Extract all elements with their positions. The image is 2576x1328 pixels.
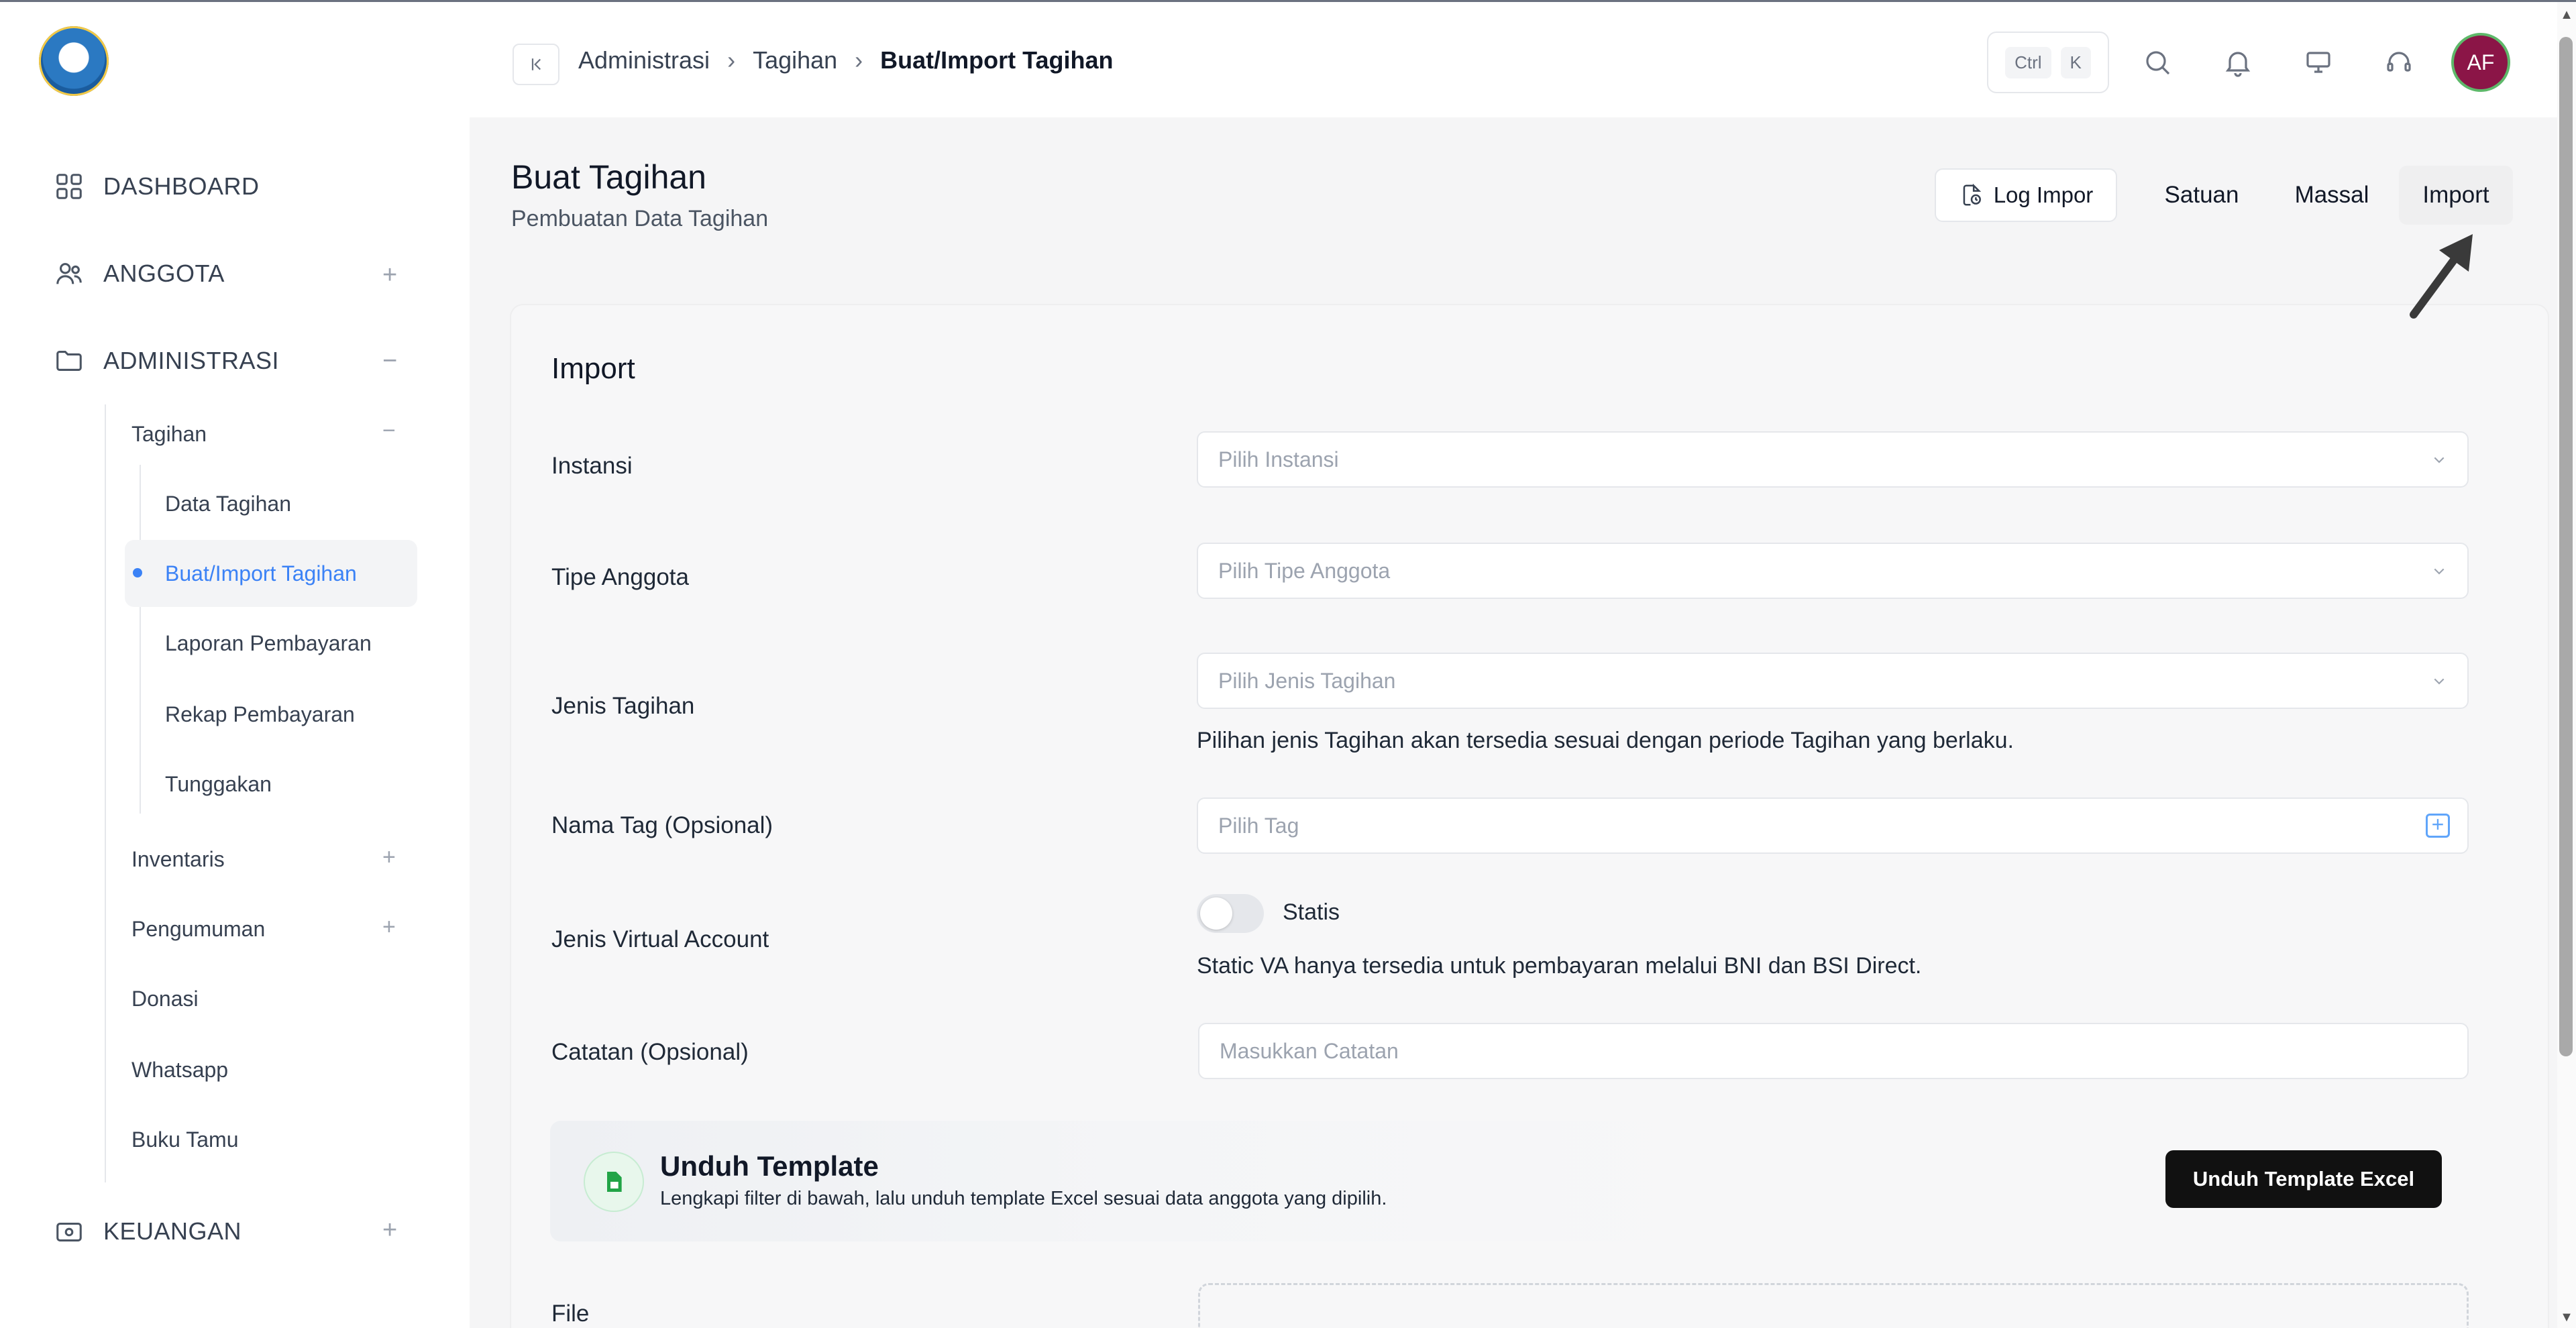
log-impor-label: Log Impor <box>1993 182 2094 207</box>
search-icon[interactable] <box>2139 44 2176 81</box>
annotation-arrow <box>2410 234 2473 319</box>
tipe-anggota-label: Tipe Anggota <box>551 564 689 590</box>
sidebar-item-rekap-pembayaran[interactable]: Rekap Pembayaran <box>165 702 355 727</box>
virtual-account-label: Jenis Virtual Account <box>551 926 769 952</box>
chevron-down-icon <box>2434 457 2445 463</box>
sidebar-item-whatsapp[interactable]: Whatsapp <box>131 1058 228 1083</box>
instansi-label: Instansi <box>551 453 633 479</box>
tab-import[interactable]: Import <box>2399 166 2513 225</box>
top-header: Administrasi › Tagihan › Buat/Import Tag… <box>470 2 2576 117</box>
scrollbar-thumb[interactable] <box>2559 37 2573 1056</box>
app-logo[interactable] <box>39 26 109 96</box>
template-title: Unduh Template <box>660 1150 879 1182</box>
kbd-ctrl: Ctrl <box>2005 46 2051 78</box>
file-dropzone[interactable] <box>1198 1283 2469 1328</box>
chevron-right-icon: › <box>855 46 863 74</box>
sidebar-item-buku-tamu[interactable]: Buku Tamu <box>131 1127 239 1152</box>
sidebar-item-keuangan[interactable]: KEUANGAN <box>54 1216 241 1247</box>
statis-label: Statis <box>1283 899 1340 925</box>
active-dot <box>133 568 142 577</box>
jenis-tagihan-hint: Pilihan jenis Tagihan akan tersedia sesu… <box>1197 728 2014 753</box>
minus-icon[interactable]: − <box>382 348 397 374</box>
kbd-k: K <box>2060 46 2091 78</box>
catatan-label: Catatan (Opsional) <box>551 1039 749 1065</box>
chevron-right-icon: › <box>727 46 736 74</box>
minus-icon[interactable]: − <box>382 419 396 442</box>
nama-tag-placeholder: Pilih Tag <box>1218 813 1299 838</box>
breadcrumb: Administrasi › Tagihan › Buat/Import Tag… <box>511 46 1114 74</box>
monitor-icon[interactable] <box>2300 44 2337 81</box>
sidebar-item-administrasi[interactable]: ADMINISTRASI <box>54 345 279 376</box>
folder-icon <box>54 345 85 376</box>
section-title: Import <box>551 352 635 385</box>
breadcrumb-administrasi[interactable]: Administrasi <box>578 46 710 74</box>
chevron-down-icon <box>2434 568 2445 575</box>
jenis-tagihan-placeholder: Pilih Jenis Tagihan <box>1218 668 1396 693</box>
command-palette-button[interactable]: Ctrl K <box>1987 32 2109 93</box>
jenis-tagihan-select[interactable]: Pilih Jenis Tagihan <box>1197 653 2469 709</box>
sidebar-item-label: DASHBOARD <box>103 172 260 200</box>
instansi-select[interactable]: Pilih Instansi <box>1197 431 2469 488</box>
sidebar-item-tagihan[interactable]: Tagihan <box>131 422 207 447</box>
bell-icon[interactable] <box>2219 44 2257 81</box>
tree-line <box>105 404 106 1182</box>
sidebar-item-inventaris[interactable]: Inventaris <box>131 847 225 872</box>
plus-icon[interactable]: + <box>382 916 396 938</box>
tipe-anggota-select[interactable]: Pilih Tipe Anggota <box>1197 543 2469 599</box>
file-clock-icon <box>1963 183 1981 206</box>
sidebar-item-tunggakan[interactable]: Tunggakan <box>165 772 272 797</box>
headset-icon[interactable] <box>2380 44 2418 81</box>
grid-icon <box>54 171 85 202</box>
catatan-input[interactable]: Masukkan Catatan <box>1198 1023 2469 1079</box>
scroll-down-arrow[interactable]: ▼ <box>2559 1310 2575 1326</box>
chevron-down-icon <box>2434 678 2445 685</box>
sidebar-item-laporan-pembayaran[interactable]: Laporan Pembayaran <box>165 631 372 656</box>
breadcrumb-tagihan[interactable]: Tagihan <box>753 46 837 74</box>
tree-line <box>140 465 141 814</box>
add-tag-icon[interactable]: + <box>2426 814 2450 838</box>
excel-file-icon <box>584 1152 644 1212</box>
nama-tag-label: Nama Tag (Opsional) <box>551 812 773 838</box>
breadcrumb-current: Buat/Import Tagihan <box>880 46 1114 74</box>
file-label: File <box>551 1301 590 1327</box>
sidebar-item-label: KEUANGAN <box>103 1217 242 1245</box>
tab-satuan[interactable]: Satuan <box>2140 166 2263 225</box>
page-subtitle: Pembuatan Data Tagihan <box>511 206 769 231</box>
sidebar-item-label: ANGGOTA <box>103 260 225 287</box>
sidebar-item-data-tagihan[interactable]: Data Tagihan <box>165 492 291 516</box>
scroll-up-arrow[interactable]: ▲ <box>2559 7 2575 23</box>
template-subtitle: Lengkapi filter di bawah, lalu unduh tem… <box>660 1188 1387 1209</box>
nama-tag-select[interactable]: Pilih Tag + <box>1197 797 2469 854</box>
tipe-anggota-placeholder: Pilih Tipe Anggota <box>1218 558 1391 583</box>
catatan-placeholder: Masukkan Catatan <box>1220 1038 1399 1063</box>
page-title: Buat Tagihan <box>511 158 706 196</box>
users-icon <box>54 258 85 289</box>
virtual-account-hint: Static VA hanya tersedia untuk pembayara… <box>1197 953 1922 979</box>
plus-icon[interactable]: + <box>382 846 396 869</box>
app-root: DASHBOARD ANGGOTA + ADMINISTRASI − Tagih… <box>0 0 2576 1328</box>
sidebar-item-dashboard[interactable]: DASHBOARD <box>54 171 260 202</box>
tab-massal[interactable]: Massal <box>2270 166 2394 225</box>
instansi-placeholder: Pilih Instansi <box>1218 447 1339 472</box>
sidebar-item-label: ADMINISTRASI <box>103 347 280 374</box>
wallet-icon <box>54 1216 85 1247</box>
plus-icon[interactable]: + <box>382 1217 397 1243</box>
jenis-tagihan-label: Jenis Tagihan <box>551 693 695 719</box>
sidebar-item-donasi[interactable]: Donasi <box>131 987 199 1011</box>
plus-icon[interactable]: + <box>382 262 397 288</box>
sidebar: DASHBOARD ANGGOTA + ADMINISTRASI − Tagih… <box>0 2 470 1328</box>
statis-toggle[interactable] <box>1197 894 1264 933</box>
sidebar-item-anggota[interactable]: ANGGOTA <box>54 258 225 289</box>
avatar[interactable]: AF <box>2451 33 2510 92</box>
log-impor-button[interactable]: Log Impor <box>1935 168 2117 222</box>
download-template-button[interactable]: Unduh Template Excel <box>2165 1150 2442 1208</box>
sidebar-item-buat-import-tagihan[interactable]: Buat/Import Tagihan <box>165 561 357 586</box>
sidebar-item-pengumuman[interactable]: Pengumuman <box>131 917 265 942</box>
